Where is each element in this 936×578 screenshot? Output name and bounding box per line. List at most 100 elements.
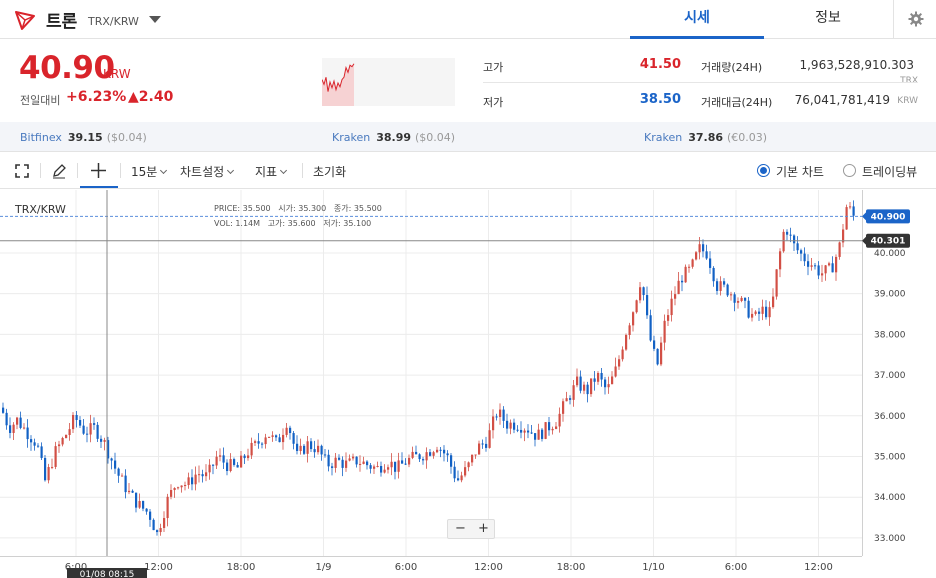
candle-body	[740, 297, 743, 301]
crosshair-plus-icon[interactable]	[91, 163, 106, 178]
reset-button[interactable]: 초기화	[313, 163, 346, 180]
candle-body	[677, 280, 680, 295]
candle-body	[439, 449, 442, 451]
candle-body	[100, 438, 103, 442]
indicators-dropdown[interactable]: 지표	[255, 163, 288, 180]
basic-chart-radio[interactable]	[757, 164, 770, 177]
candle-body	[89, 423, 92, 435]
candle-body	[558, 413, 561, 427]
zoom-in-button[interactable]: +	[478, 521, 489, 536]
tradingview-label[interactable]: 트레이딩뷰	[862, 163, 917, 180]
candle-body	[93, 423, 96, 425]
candle-body	[9, 425, 12, 433]
candle-body	[807, 261, 810, 267]
coin-select-caret-icon[interactable]	[149, 16, 161, 23]
candlestick-chart[interactable]: 33.000 34.000 35.000 36.000 37.000 38.000 39.0…	[0, 190, 936, 578]
zoom-control: − +	[447, 519, 495, 539]
candle-body	[838, 242, 841, 257]
price-unit: KRW	[103, 67, 131, 81]
volume-label: 거래량(24H)	[701, 61, 763, 74]
candle-body	[394, 461, 397, 472]
high-label: 고가	[483, 61, 504, 74]
fullscreen-icon[interactable]	[15, 164, 29, 178]
candle-body	[845, 207, 848, 230]
candle-body	[58, 444, 61, 447]
candle-body	[30, 439, 33, 443]
candle-body	[121, 475, 124, 477]
y-tick-label: 34.000	[874, 493, 906, 503]
candle-body	[408, 457, 411, 465]
chart-settings-dropdown[interactable]: 차트설정	[180, 163, 235, 180]
draw-pencil-icon[interactable]	[51, 163, 67, 179]
candle-body	[187, 477, 190, 486]
candle-body	[254, 441, 257, 443]
candle-body	[79, 420, 82, 426]
candle-body	[551, 428, 554, 431]
candle-body	[26, 427, 29, 440]
candle-body	[849, 206, 852, 208]
candle-body	[404, 463, 407, 465]
volume-unit: TRX	[900, 76, 918, 86]
candle-body	[166, 496, 169, 519]
candle-body	[730, 294, 733, 296]
x-tick-label: 1/9	[315, 562, 331, 573]
candle-body	[446, 453, 449, 456]
candle-body	[600, 372, 603, 380]
candle-body	[240, 455, 243, 468]
exchange-item[interactable]: Bitfinex 39.15 ($0.04)	[20, 131, 147, 144]
tab-market[interactable]: 시세	[630, 0, 764, 39]
candle-body	[222, 455, 225, 463]
candle-body	[380, 465, 383, 473]
chart-toolbar: 15분 차트설정 지표 초기화 기본 차트 트레이딩뷰	[0, 152, 936, 189]
candle-body	[96, 424, 99, 439]
candle-body	[814, 265, 817, 267]
candle-body	[660, 342, 663, 365]
candle-body	[278, 437, 281, 443]
candle-body	[16, 417, 19, 425]
candle-body	[226, 462, 229, 472]
current-price: 40.90	[19, 50, 115, 86]
x-tick-label: 1/10	[642, 562, 664, 573]
candle-body	[401, 460, 404, 464]
interval-dropdown[interactable]: 15분	[131, 163, 168, 180]
exchange-item[interactable]: Kraken 38.99 ($0.04)	[332, 131, 455, 144]
candle-body	[810, 265, 813, 267]
candle-body	[667, 315, 670, 321]
candle-body	[131, 490, 134, 493]
candle-body	[436, 449, 439, 453]
stats-divider	[483, 82, 918, 83]
change-rate: +6.23%	[66, 89, 127, 105]
candle-body	[611, 376, 614, 385]
candle-body	[632, 312, 635, 326]
candle-body	[562, 401, 565, 414]
candle-body	[233, 459, 236, 465]
tab-info[interactable]: 정보	[764, 0, 892, 39]
coin-pair: TRX/KRW	[88, 15, 139, 28]
x-tick-label: 18:00	[227, 562, 256, 573]
candle-body	[229, 459, 232, 472]
basic-chart-label[interactable]: 기본 차트	[776, 163, 824, 180]
candle-body	[352, 456, 355, 459]
candle-body	[429, 452, 432, 456]
candle-body	[541, 429, 544, 439]
crosshair-price-tag-text: 40.301	[871, 237, 906, 247]
y-tick-label: 40.000	[874, 249, 906, 259]
candle-body	[271, 435, 274, 437]
candle-body	[383, 469, 386, 473]
exchange-item[interactable]: Kraken 37.86 (€0.03)	[644, 131, 767, 144]
candle-body	[184, 485, 187, 487]
candle-body	[317, 445, 320, 453]
candle-body	[369, 465, 372, 469]
settings-button[interactable]	[893, 0, 936, 39]
candle-body	[485, 443, 488, 448]
gear-icon	[908, 11, 924, 27]
candle-body	[656, 348, 659, 365]
candle-body	[236, 464, 239, 468]
tradingview-radio[interactable]	[843, 164, 856, 177]
candle-body	[712, 267, 715, 282]
candle-body	[642, 287, 645, 296]
candle-body	[198, 474, 201, 476]
candle-body	[152, 519, 155, 531]
y-tick-label: 39.000	[874, 290, 906, 300]
zoom-out-button[interactable]: −	[455, 521, 466, 536]
